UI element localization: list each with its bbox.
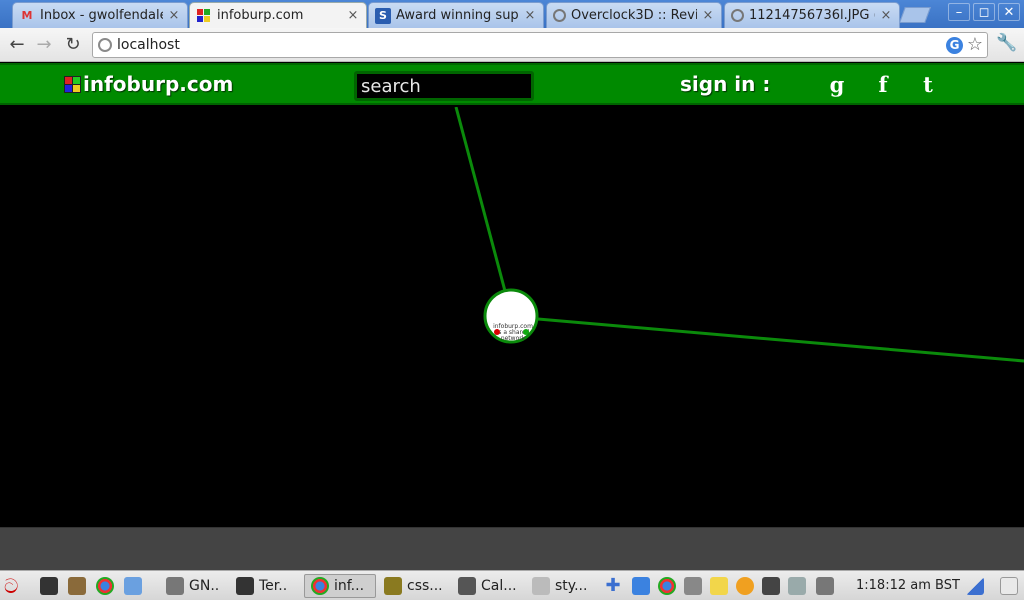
close-icon[interactable]: × xyxy=(701,8,715,23)
infoburp-icon xyxy=(196,8,212,24)
tab-strip: M Inbox - gwolfendale@ × infoburp.com × … xyxy=(0,0,1024,28)
task-label: Ter.. xyxy=(259,578,288,594)
site-header: infoburp.com sign in : g f t xyxy=(0,63,1024,105)
tab-label: Award winning suppl xyxy=(396,8,519,23)
google-icon[interactable]: g xyxy=(824,72,850,98)
search-box xyxy=(354,71,534,101)
devices-icon[interactable] xyxy=(788,577,806,595)
task-label: sty... xyxy=(555,578,588,594)
globe-icon xyxy=(731,9,744,22)
task-label: css... xyxy=(407,578,443,594)
tab-infoburp[interactable]: infoburp.com × xyxy=(189,2,367,28)
sun-icon[interactable] xyxy=(736,577,754,595)
graph-edge xyxy=(537,317,1024,363)
forward-button[interactable]: → xyxy=(32,33,56,57)
task-css[interactable]: css... xyxy=(378,574,449,598)
back-button[interactable]: ← xyxy=(5,33,29,57)
taskbar: ට GN.. Ter.. inf... css... Cal... sty...… xyxy=(0,570,1024,600)
close-icon[interactable]: × xyxy=(167,8,181,23)
task-label: inf... xyxy=(334,578,365,594)
task-gn[interactable]: GN.. xyxy=(160,574,225,598)
clock: 1:18:12 am BST xyxy=(856,578,960,593)
sign-in-label: sign in : xyxy=(680,72,771,96)
tab-award[interactable]: S Award winning suppl × xyxy=(368,2,544,28)
tab-label: 11214756736l.JPG ( xyxy=(749,8,875,23)
minimize-button[interactable]: – xyxy=(948,3,970,21)
update-launcher-icon[interactable] xyxy=(124,577,142,595)
graph-canvas[interactable]: infoburp.com is a shared network xyxy=(0,107,1024,527)
document-icon xyxy=(532,577,550,595)
logo-text: infoburp.com xyxy=(83,72,234,96)
site-logo[interactable]: infoburp.com xyxy=(64,72,233,96)
logo-icon xyxy=(64,75,81,93)
editor-icon xyxy=(384,577,402,595)
debian-menu-icon[interactable]: ට xyxy=(4,574,18,598)
maximize-button[interactable]: ◻ xyxy=(973,3,995,21)
bottom-bar xyxy=(0,527,1024,570)
tab-label: infoburp.com xyxy=(217,8,304,23)
new-tab-button[interactable] xyxy=(899,7,931,23)
close-window-button[interactable]: ✕ xyxy=(998,3,1020,21)
task-chrome[interactable]: inf... xyxy=(304,574,376,598)
task-label: Cal... xyxy=(481,578,517,594)
network-tool-icon[interactable] xyxy=(684,577,702,595)
logout-icon[interactable] xyxy=(1000,577,1018,595)
page-icon xyxy=(98,38,112,52)
node-handle-green xyxy=(523,329,529,335)
task-calculator[interactable]: Cal... xyxy=(452,574,523,598)
terminal-icon xyxy=(236,577,254,595)
address-bar[interactable]: localhost G ☆ xyxy=(92,32,988,58)
search-input[interactable] xyxy=(357,74,531,98)
tab-overclock[interactable]: Overclock3D :: Review × xyxy=(546,2,722,28)
notes-icon[interactable] xyxy=(710,577,728,595)
task-style[interactable]: sty... xyxy=(526,574,593,598)
chrome-launcher-icon[interactable] xyxy=(96,577,114,595)
plus-icon[interactable]: ✚ xyxy=(604,577,622,595)
gmail-icon: M xyxy=(21,9,33,22)
display-icon[interactable] xyxy=(762,577,780,595)
calculator-icon xyxy=(458,577,476,595)
url-text: localhost xyxy=(117,37,180,53)
tab-image[interactable]: 11214756736l.JPG ( × xyxy=(724,2,900,28)
close-icon[interactable]: × xyxy=(879,8,893,23)
terminal-launcher-icon[interactable] xyxy=(40,577,58,595)
dropbox-icon[interactable] xyxy=(632,577,650,595)
node-text-line: network xyxy=(501,335,526,342)
bookmark-star-icon[interactable]: ☆ xyxy=(967,34,983,55)
tools-launcher-icon[interactable] xyxy=(68,577,86,595)
tab-label: Overclock3D :: Review xyxy=(571,8,697,23)
chrome-icon xyxy=(311,577,329,595)
close-icon[interactable]: × xyxy=(523,8,537,23)
task-terminal[interactable]: Ter.. xyxy=(230,574,293,598)
window-icon[interactable] xyxy=(816,577,834,595)
wrench-icon[interactable]: 🔧 xyxy=(996,33,1017,53)
twitter-icon[interactable]: t xyxy=(915,72,941,98)
s-icon: S xyxy=(375,7,391,24)
gimp-icon xyxy=(166,577,184,595)
browser-toolbar: ← → ↻ localhost G ☆ xyxy=(0,28,1024,62)
wifi-signal-icon[interactable] xyxy=(966,577,984,595)
facebook-icon[interactable]: f xyxy=(870,72,896,98)
graph-edge xyxy=(454,107,507,292)
tab-label: Inbox - gwolfendale@ xyxy=(40,8,163,23)
node-handle-red xyxy=(494,329,500,335)
chrome-tray-icon[interactable] xyxy=(658,577,676,595)
globe-icon xyxy=(553,9,566,22)
google-search-icon[interactable]: G xyxy=(946,37,963,54)
graph-node[interactable]: infoburp.com is a shared network xyxy=(483,288,539,344)
task-label: GN.. xyxy=(189,578,220,594)
reload-button[interactable]: ↻ xyxy=(61,33,85,57)
close-icon[interactable]: × xyxy=(346,8,360,23)
tab-inbox[interactable]: M Inbox - gwolfendale@ × xyxy=(12,2,188,28)
